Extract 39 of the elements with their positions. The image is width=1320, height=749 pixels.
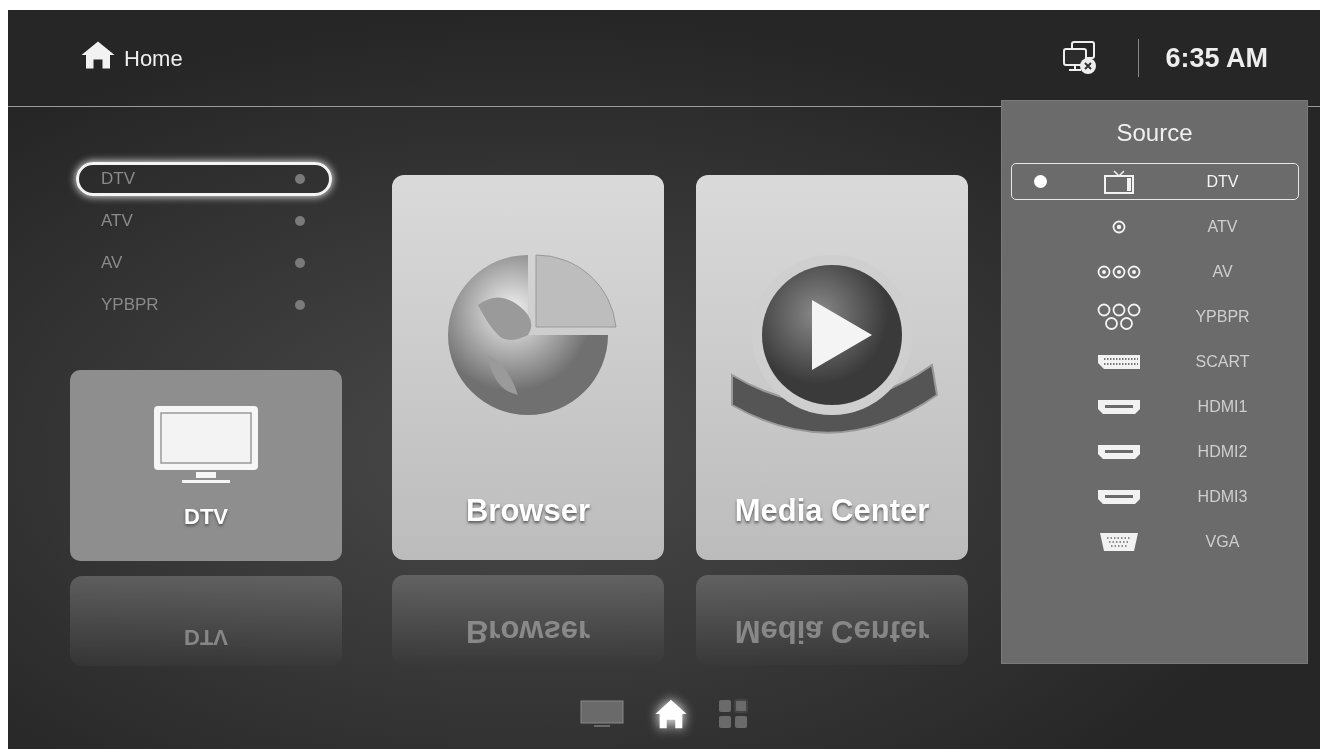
source-list-item[interactable]: YPBPR xyxy=(76,288,332,322)
source-option[interactable]: HDMI3 xyxy=(1010,478,1299,515)
hdmi-port-icon xyxy=(1096,398,1141,415)
monitor-disconnected-icon xyxy=(1062,41,1099,75)
source-list-item[interactable]: AV xyxy=(76,246,332,280)
tile-label: Media Center xyxy=(734,491,930,530)
panel-title: Source xyxy=(1116,118,1193,148)
hdmi-port-icon xyxy=(1096,488,1141,505)
hdmi-port-icon xyxy=(1096,443,1141,460)
source-option[interactable]: ATV xyxy=(1010,208,1299,245)
reflected-label: Browser xyxy=(465,612,590,650)
source-option[interactable]: HDMI1 xyxy=(1010,388,1299,425)
source-option[interactable]: SCART xyxy=(1010,343,1299,380)
page-title: Home xyxy=(124,44,183,73)
connectors-icon xyxy=(1096,264,1141,279)
source-option[interactable]: YPBPR xyxy=(1010,298,1299,335)
scart-port-icon xyxy=(1096,353,1141,370)
source-option[interactable]: VGA xyxy=(1010,523,1299,560)
apps-nav-icon[interactable] xyxy=(718,699,748,729)
connector-icon xyxy=(1111,219,1126,234)
tv-nav-icon[interactable] xyxy=(580,700,624,728)
source-list-item[interactable]: ATV xyxy=(76,204,332,238)
app-tile[interactable]: Browser xyxy=(392,175,664,560)
home-nav-icon[interactable] xyxy=(654,698,688,730)
clock-time: 6:35 AM xyxy=(1165,41,1268,75)
connectors-icon xyxy=(1096,302,1141,331)
tv-icon xyxy=(152,404,260,486)
source-option[interactable]: DTV xyxy=(1010,163,1299,200)
source-list-item[interactable]: DTV xyxy=(76,162,332,196)
tile-label: DTV xyxy=(184,503,228,531)
source-option[interactable]: HDMI2 xyxy=(1010,433,1299,470)
app-tile[interactable]: DTV xyxy=(70,370,342,561)
reflected-label: Media Center xyxy=(734,612,930,650)
vga-port-icon xyxy=(1098,531,1139,552)
tv-icon xyxy=(1102,169,1135,194)
app-tile[interactable]: Media Center xyxy=(696,175,968,560)
source-option[interactable]: AV xyxy=(1010,253,1299,290)
reflected-label: DTV xyxy=(184,624,228,652)
tile-label: Browser xyxy=(465,491,590,530)
